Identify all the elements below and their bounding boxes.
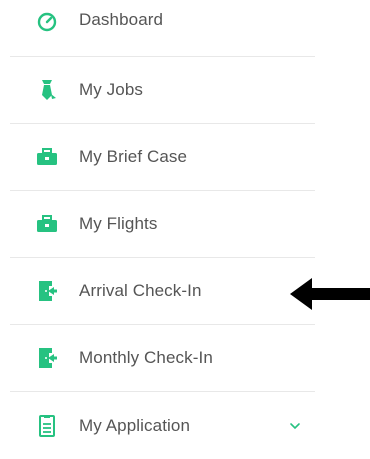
document-icon: [35, 414, 59, 438]
sidebar-item-dashboard[interactable]: Dashboard: [10, 0, 315, 57]
chevron-down-icon[interactable]: [289, 420, 301, 432]
sidebar-menu: Dashboard My Jobs My Brief Case My Fligh…: [10, 0, 315, 459]
left-arrow-icon: [290, 276, 370, 312]
sidebar-item-label: Dashboard: [79, 10, 164, 29]
sidebar-item-arrival-check-in[interactable]: Arrival Check-In: [10, 258, 315, 325]
sidebar-item-label: Arrival Check-In: [79, 281, 202, 300]
sidebar-item-label: Monthly Check-In: [79, 348, 213, 367]
sidebar-item-label: My Application: [79, 415, 191, 435]
sidebar-item-my-jobs[interactable]: My Jobs: [10, 57, 315, 124]
sidebar-item-my-application[interactable]: My Application: [10, 392, 315, 459]
tie-icon: [35, 78, 59, 102]
sidebar-item-my-flights[interactable]: My Flights: [10, 191, 315, 258]
briefcase-icon: [35, 145, 59, 169]
check-in-door-icon: [35, 346, 59, 370]
sidebar-item-monthly-check-in[interactable]: Monthly Check-In: [10, 325, 315, 392]
check-in-door-icon: [35, 279, 59, 303]
dashboard-gauge-icon: [35, 10, 59, 34]
sidebar-item-my-brief-case[interactable]: My Brief Case: [10, 124, 315, 191]
briefcase-icon: [35, 212, 59, 236]
sidebar-item-label: My Brief Case: [79, 147, 188, 166]
sidebar-item-label: My Jobs: [79, 80, 143, 99]
sidebar-item-label: My Flights: [79, 214, 158, 233]
